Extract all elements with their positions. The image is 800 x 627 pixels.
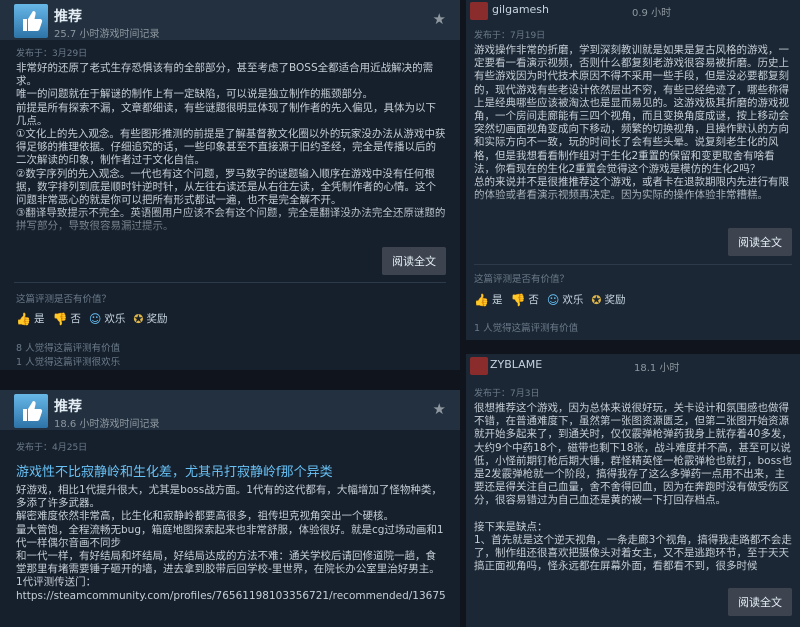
text-fade (0, 210, 460, 244)
review-header: ZYBLAME 18.1 小时 (466, 354, 800, 378)
thumbs-up-icon (14, 394, 48, 428)
vote-funny-button[interactable]: ☺ 欢乐 (547, 292, 584, 307)
vote-no-button[interactable]: 👎 否 (52, 311, 80, 326)
helpful-count: 8 人觉得这篇评测有价值 (16, 343, 121, 354)
vote-no-button[interactable]: 👎 否 (510, 292, 538, 307)
review-card-4: ZYBLAME 18.1 小时 发布于：7月3日 很想推荐这个游戏，因为总体来说… (466, 354, 800, 627)
avatar (470, 357, 488, 375)
text-fade (466, 188, 800, 222)
smile-icon: ☺ (88, 311, 102, 326)
playtime: 18.1 小时 (634, 363, 680, 374)
review-header: 推荐 25.7 小时游戏时间记录 ★ (0, 0, 460, 40)
thumbs-down-icon: 👎 (52, 311, 68, 326)
star-icon[interactable]: ★ (433, 400, 446, 418)
award-button[interactable]: ✪ 奖励 (133, 311, 167, 326)
helpful-question: 这篇评测是否有价值？ (16, 294, 112, 305)
smile-icon: ☺ (546, 292, 560, 307)
username[interactable]: ZYBLAME (490, 358, 542, 371)
playtime: 0.9 小时 (632, 8, 672, 19)
award-icon: ✪ (591, 292, 602, 307)
thumbs-up-icon: 👍 (16, 311, 31, 326)
vote-yes-button[interactable]: 👍 是 (474, 292, 502, 307)
avatar (470, 2, 488, 20)
recommendation-label: 推荐 (54, 9, 82, 25)
review-header: gilgamesh 0.9 小时 (466, 0, 800, 22)
vote-row: 👍 是 👎 否 ☺ 欢乐 ✪ 奖励 (474, 292, 625, 307)
thumbs-down-icon: 👎 (510, 292, 526, 307)
playtime: 25.7 小时游戏时间记录 (54, 29, 160, 40)
funny-count: 1 人觉得这篇评测很欢乐 (16, 357, 121, 368)
review-card-3: gilgamesh 0.9 小时 发布于：7月19日 游戏操作非常的折磨，学到深… (466, 0, 800, 340)
vote-row: 👍 是 👎 否 ☺ 欢乐 ✪ 奖励 (16, 311, 167, 326)
username[interactable]: gilgamesh (492, 3, 549, 16)
posted-date: 发布于：4月25日 (16, 443, 88, 453)
review-title: 游戏性不比寂静岭和生化差，尤其吊打寂静岭f那个异类 (16, 465, 333, 480)
read-more-button[interactable]: 阅读全文 (728, 588, 792, 616)
review-header: 推荐 18.6 小时游戏时间记录 ★ (0, 390, 460, 430)
star-icon[interactable]: ★ (433, 10, 446, 28)
divider (14, 282, 446, 283)
read-more-button[interactable]: 阅读全文 (382, 247, 446, 275)
thumbs-up-icon (14, 4, 48, 38)
award-button[interactable]: ✪ 奖励 (591, 292, 625, 307)
thumbs-up-icon: 👍 (474, 292, 489, 307)
vote-yes-button[interactable]: 👍 是 (16, 311, 44, 326)
playtime: 18.6 小时游戏时间记录 (54, 419, 160, 430)
review-card-1: 推荐 25.7 小时游戏时间记录 ★ 发布于：3月29日 非常好的还原了老式生存… (0, 0, 460, 370)
posted-date: 发布于：3月29日 (16, 49, 88, 59)
posted-date: 发布于：7月19日 (474, 31, 546, 41)
posted-date: 发布于：7月3日 (474, 389, 540, 399)
award-icon: ✪ (133, 311, 144, 326)
review-body: 好游戏，相比1代提升很大，尤其是boss战方面。1代有的这代都有，大幅增加了怪物… (16, 484, 446, 602)
read-more-button[interactable]: 阅读全文 (728, 228, 792, 256)
helpful-question: 这篇评测是否有价值？ (474, 274, 570, 285)
vote-funny-button[interactable]: ☺ 欢乐 (89, 311, 126, 326)
divider (474, 264, 792, 265)
helpful-count: 1 人觉得这篇评测有价值 (474, 323, 579, 334)
recommendation-label: 推荐 (54, 399, 82, 415)
